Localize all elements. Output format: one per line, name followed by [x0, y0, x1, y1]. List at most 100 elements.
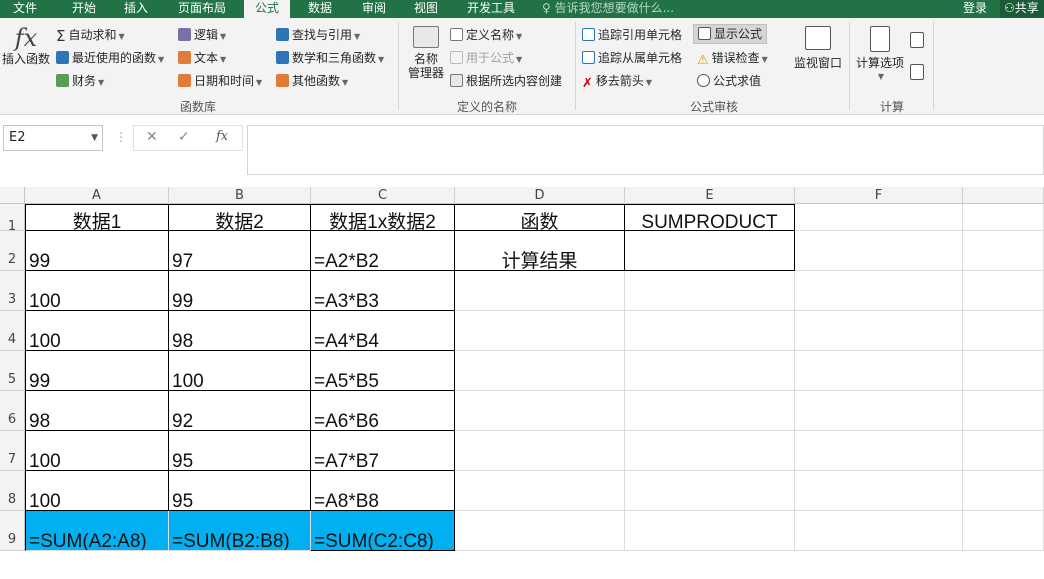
tab-formulas[interactable]: 公式: [244, 0, 290, 18]
column-header[interactable]: B: [169, 187, 311, 204]
cell-a7[interactable]: 100: [25, 431, 169, 471]
cell-d6[interactable]: [455, 391, 625, 431]
error-checking-button[interactable]: ⚠ 错误检查 ▼: [697, 51, 768, 68]
cell-f9[interactable]: [795, 511, 963, 551]
remove-arrows-button[interactable]: ✗ 移去箭头 ▼: [582, 74, 652, 91]
cell-b2[interactable]: 97: [169, 231, 311, 271]
financial-button[interactable]: 财务 ▼: [56, 74, 104, 90]
lookup-reference-button[interactable]: 查找与引用 ▼: [276, 28, 360, 44]
cell-f4[interactable]: [795, 311, 963, 351]
row-header[interactable]: 8: [0, 471, 25, 511]
chevron-down-icon[interactable]: ▼: [91, 126, 98, 150]
cell-d2[interactable]: 计算结果: [455, 231, 625, 271]
column-header[interactable]: C: [311, 187, 455, 204]
cell-d8[interactable]: [455, 471, 625, 511]
cell-a8[interactable]: 100: [25, 471, 169, 511]
column-header[interactable]: F: [795, 187, 963, 204]
cell-e6[interactable]: [625, 391, 795, 431]
cell-g9[interactable]: [963, 511, 1044, 551]
cell-e7[interactable]: [625, 431, 795, 471]
cell-f8[interactable]: [795, 471, 963, 511]
cell-b9[interactable]: =SUM(B2:B8): [169, 511, 311, 551]
tab-page-layout[interactable]: 页面布局: [166, 0, 238, 18]
autosum-button[interactable]: Σ 自动求和 ▼: [56, 28, 125, 44]
cell-c8[interactable]: =A8*B8: [311, 471, 455, 511]
cell-d4[interactable]: [455, 311, 625, 351]
row-header[interactable]: 7: [0, 431, 25, 471]
define-name-button[interactable]: 定义名称 ▼: [450, 28, 522, 44]
cell-d7[interactable]: [455, 431, 625, 471]
tab-view[interactable]: 视图: [402, 0, 450, 18]
cell-e8[interactable]: [625, 471, 795, 511]
row-header[interactable]: 9: [0, 511, 25, 551]
cell-b5[interactable]: 100: [169, 351, 311, 391]
cell-b8[interactable]: 95: [169, 471, 311, 511]
cell-c9[interactable]: =SUM(C2:C8): [311, 511, 455, 551]
enter-check-icon[interactable]: ✓: [178, 129, 190, 145]
cell-b3[interactable]: 99: [169, 271, 311, 311]
cell-g7[interactable]: [963, 431, 1044, 471]
cell-g2[interactable]: [963, 231, 1044, 271]
cell-c5[interactable]: =A5*B5: [311, 351, 455, 391]
cancel-icon[interactable]: ✕: [146, 129, 158, 145]
calculate-sheet-icon[interactable]: [910, 64, 924, 80]
cell-a1[interactable]: 数据1: [25, 204, 169, 231]
tab-insert[interactable]: 插入: [112, 0, 160, 18]
column-header[interactable]: A: [25, 187, 169, 204]
tab-review[interactable]: 审阅: [350, 0, 398, 18]
cell-f3[interactable]: [795, 271, 963, 311]
row-header[interactable]: 2: [0, 231, 25, 271]
name-manager-button[interactable]: 名称 管理器: [404, 26, 448, 80]
cell-d5[interactable]: [455, 351, 625, 391]
cell-a9[interactable]: =SUM(A2:A8): [25, 511, 169, 551]
more-functions-button[interactable]: 其他函数 ▼: [276, 74, 348, 90]
cell-d1[interactable]: 函数: [455, 204, 625, 231]
cell-b1[interactable]: 数据2: [169, 204, 311, 231]
tab-developer[interactable]: 开发工具: [458, 0, 524, 18]
calculate-now-icon[interactable]: [910, 32, 924, 48]
row-header[interactable]: 6: [0, 391, 25, 431]
cell-c3[interactable]: =A3*B3: [311, 271, 455, 311]
tab-file[interactable]: 文件: [0, 0, 50, 18]
tab-data[interactable]: 数据: [296, 0, 344, 18]
cell-e5[interactable]: [625, 351, 795, 391]
cell-a4[interactable]: 100: [25, 311, 169, 351]
use-in-formula-button[interactable]: 用于公式 ▼: [450, 51, 522, 67]
formula-input[interactable]: [247, 125, 1044, 175]
cell-e2[interactable]: [625, 231, 795, 271]
date-time-button[interactable]: 日期和时间 ▼: [178, 74, 262, 90]
column-header[interactable]: E: [625, 187, 795, 204]
cell-a3[interactable]: 100: [25, 271, 169, 311]
cell-g1[interactable]: [963, 204, 1044, 231]
row-header[interactable]: 1: [0, 204, 25, 234]
row-header[interactable]: 4: [0, 311, 25, 351]
name-box[interactable]: E2 ▼: [3, 125, 103, 151]
login-link[interactable]: 登录: [963, 0, 987, 18]
cell-g5[interactable]: [963, 351, 1044, 391]
show-formulas-button[interactable]: 显示公式: [693, 24, 768, 44]
insert-function-icon[interactable]: fx: [216, 129, 228, 144]
cell-c2[interactable]: =A2*B2: [311, 231, 455, 271]
column-header[interactable]: D: [455, 187, 625, 204]
column-header[interactable]: [963, 187, 1044, 204]
cell-a2[interactable]: 99: [25, 231, 169, 271]
cell-a6[interactable]: 98: [25, 391, 169, 431]
logical-button[interactable]: 逻辑 ▼: [178, 28, 226, 44]
cell-e4[interactable]: [625, 311, 795, 351]
cell-c6[interactable]: =A6*B6: [311, 391, 455, 431]
text-button[interactable]: 文本 ▼: [178, 51, 226, 67]
create-from-selection-button[interactable]: 根据所选内容创建: [450, 74, 562, 88]
cell-g8[interactable]: [963, 471, 1044, 511]
watch-window-button[interactable]: 监视窗口: [792, 26, 844, 70]
trace-precedents-button[interactable]: 追踪引用单元格: [582, 28, 682, 42]
share-button[interactable]: ⚇共享: [1000, 0, 1044, 18]
cell-e3[interactable]: [625, 271, 795, 311]
cell-b7[interactable]: 95: [169, 431, 311, 471]
recent-functions-button[interactable]: 最近使用的函数 ▼: [56, 51, 164, 67]
cell-d9[interactable]: [455, 511, 625, 551]
cell-g6[interactable]: [963, 391, 1044, 431]
cell-b6[interactable]: 92: [169, 391, 311, 431]
cell-d3[interactable]: [455, 271, 625, 311]
select-all-corner[interactable]: [0, 187, 25, 204]
cell-c4[interactable]: =A4*B4: [311, 311, 455, 351]
